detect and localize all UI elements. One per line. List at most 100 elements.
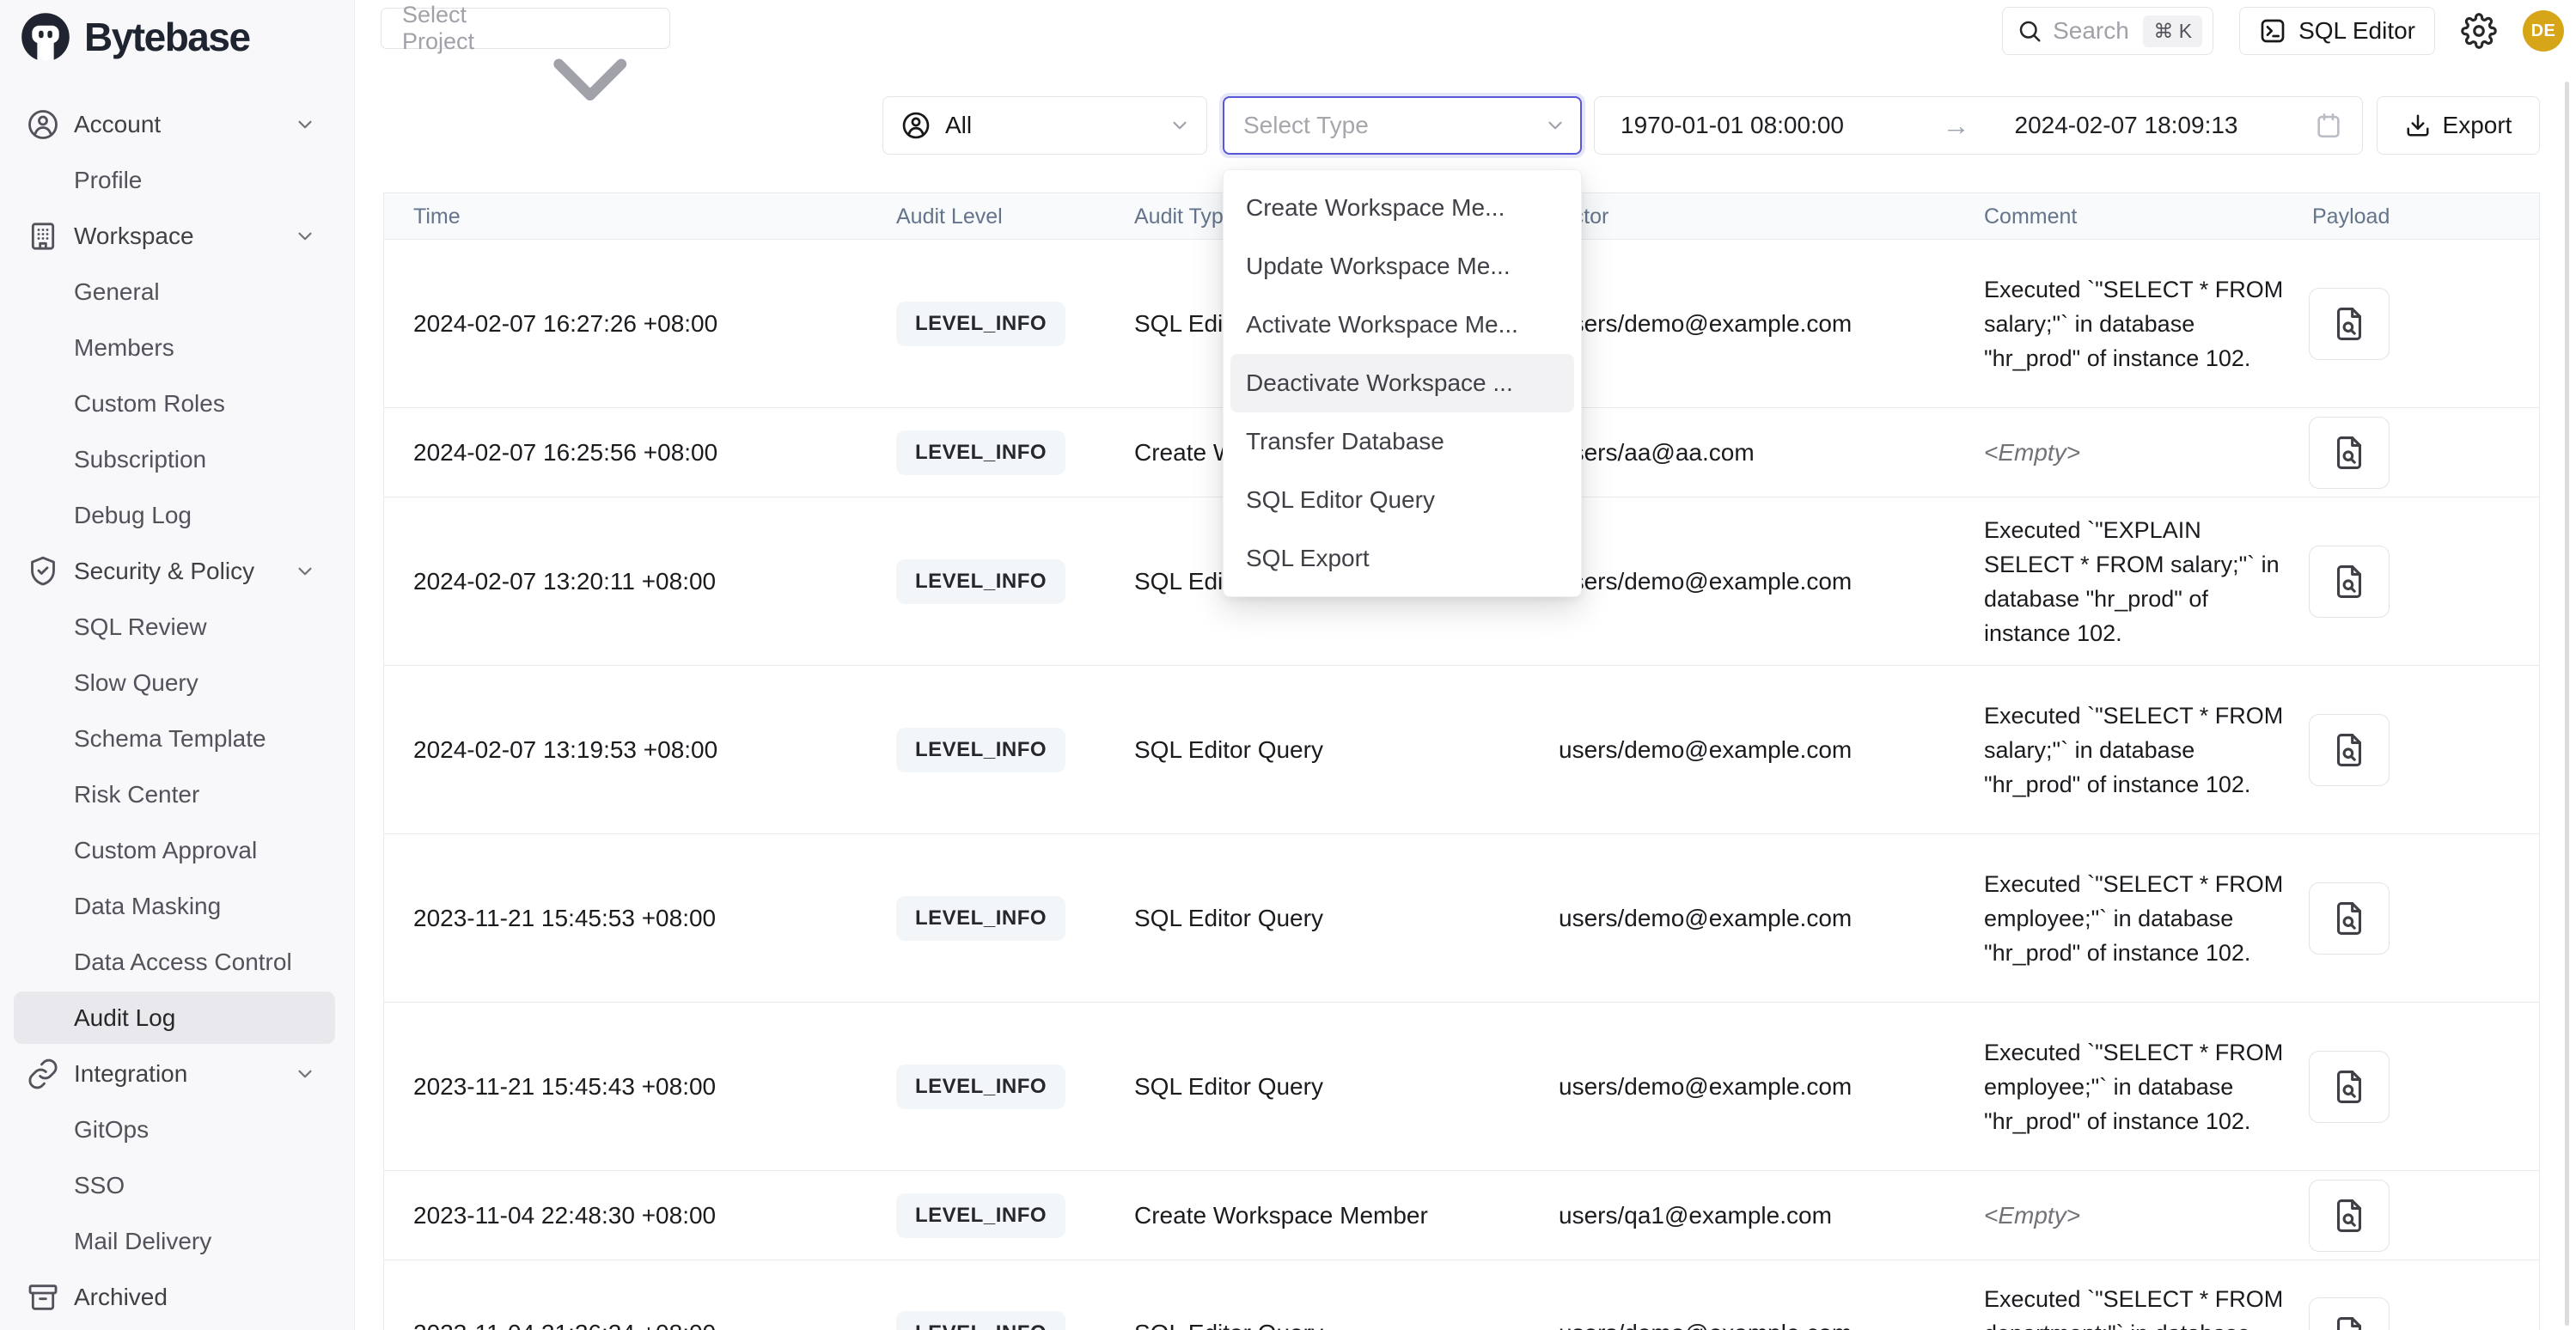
calendar-icon [2314,111,2343,140]
sidebar-item-mail-delivery[interactable]: Mail Delivery [0,1213,354,1269]
audit-type-value: SQL Editor Query [1134,1320,1323,1330]
type-menu-item-activate-workspace-me[interactable]: Activate Workspace Me... [1224,296,1581,354]
sidebar-item-slow-query[interactable]: Slow Query [0,655,354,711]
sidebar-item-archived[interactable]: Archived [0,1269,354,1325]
type-filter-select[interactable]: Select Type [1223,96,1582,155]
sidebar: Bytebase AccountProfileWorkspaceGeneralM… [0,0,355,1330]
cell-comment: <Empty> [1984,1171,2286,1260]
sidebar-item-schema-template[interactable]: Schema Template [0,711,354,766]
cell-audit-level: LEVEL_INFO [896,240,1111,407]
project-select[interactable]: Select Project [381,8,670,49]
sql-editor-button[interactable]: SQL Editor [2239,7,2435,55]
sidebar-item-integration[interactable]: Integration [0,1046,354,1101]
cell-time: 2023-11-04 22:48:30 +08:00 [413,1171,877,1260]
sidebar-item-label: Subscription [74,446,206,473]
date-to-value[interactable]: 2024-02-07 18:09:13 [2015,112,2315,139]
cell-actor: users/demo@example.com [1559,834,1963,1002]
chevron-down-icon [294,560,316,583]
payload-view-button[interactable] [2309,1051,2390,1123]
sidebar-item-label: Custom Approval [74,837,257,864]
date-range-picker[interactable]: 1970-01-01 08:00:00 → 2024-02-07 18:09:1… [1594,96,2363,155]
cell-actor: users/demo@example.com [1559,1003,1963,1170]
sidebar-item-general[interactable]: General [0,264,354,320]
sidebar-item-custom-roles[interactable]: Custom Roles [0,375,354,431]
cell-time: 2024-02-07 16:27:26 +08:00 [413,240,877,407]
sidebar-item-data-access-control[interactable]: Data Access Control [0,934,354,990]
column-header-audit-level: Audit Level [896,193,1003,240]
type-menu-item-create-workspace-me[interactable]: Create Workspace Me... [1224,179,1581,237]
column-header-comment: Comment [1984,193,2077,240]
actor-filter-value: All [945,112,1155,139]
payload-view-button[interactable] [2309,288,2390,360]
table-row: 2023-11-04 22:48:30 +08:00 LEVEL_INFO Crea… [384,1171,2539,1260]
cell-actor: users/demo@example.com [1559,240,1963,407]
time-value: 2024-02-07 13:19:53 +08:00 [413,736,717,764]
sidebar-item-risk-center[interactable]: Risk Center [0,766,354,822]
payload-view-button[interactable] [2309,417,2390,489]
bytebase-logo-icon [21,12,70,62]
chevron-down-icon [294,225,316,247]
cell-audit-type: SQL Editor Query [1134,1003,1538,1170]
page-scrollbar[interactable] [2565,82,2569,1326]
type-menu-item-update-workspace-me[interactable]: Update Workspace Me... [1224,237,1581,296]
type-menu-item-transfer-database[interactable]: Transfer Database [1224,412,1581,471]
comment-value: Executed `"SELECT * FROM department;"` i… [1984,1282,2286,1330]
cell-comment: Executed `"EXPLAIN SELECT * FROM salary;… [1984,497,2286,665]
chevron-down-icon [528,17,653,40]
actor-value: users/demo@example.com [1559,736,1852,764]
payload-view-button[interactable] [2309,1180,2390,1252]
sidebar-item-label: Risk Center [74,781,199,808]
comment-value: Executed `"SELECT * FROM employee;"` in … [1984,867,2286,970]
file-search-icon [2330,563,2368,601]
cell-audit-type: Create Workspace Member [1134,1171,1538,1260]
comment-empty-value: <Empty> [1984,439,2080,467]
payload-view-button[interactable] [2309,714,2390,786]
cell-payload [2309,834,2481,1002]
sidebar-item-custom-approval[interactable]: Custom Approval [0,822,354,878]
type-menu-item-deactivate-workspace[interactable]: Deactivate Workspace ... [1230,354,1574,412]
time-value: 2024-02-07 16:27:26 +08:00 [413,310,717,338]
sidebar-item-data-masking[interactable]: Data Masking [0,878,354,934]
payload-view-button[interactable] [2309,546,2390,618]
sidebar-item-label: Workspace [74,223,194,250]
search-placeholder: Search [2053,17,2133,45]
date-from-value[interactable]: 1970-01-01 08:00:00 [1621,112,1920,139]
cell-comment: Executed `"SELECT * FROM salary;"` in da… [1984,240,2286,407]
sidebar-item-workspace[interactable]: Workspace [0,208,354,264]
sidebar-item-gitops[interactable]: GitOps [0,1101,354,1157]
avatar[interactable]: DE [2523,10,2564,52]
file-search-icon [2330,900,2368,937]
sidebar-item-label: Debug Log [74,502,192,529]
export-button[interactable]: Export [2377,96,2540,155]
cell-payload [2309,1003,2481,1170]
archive-icon [26,1280,60,1315]
sidebar-item-debug-log[interactable]: Debug Log [0,487,354,543]
cell-comment: Executed `"SELECT * FROM employee;"` in … [1984,1003,2286,1170]
cell-comment: <Empty> [1984,408,2286,497]
sidebar-item-profile[interactable]: Profile [0,152,354,208]
cell-time: 2023-11-04 21:26:24 +08:00 [413,1260,877,1330]
actor-filter-select[interactable]: All [882,96,1207,155]
cell-payload [2309,240,2481,407]
time-value: 2023-11-04 21:26:24 +08:00 [413,1320,716,1330]
sidebar-item-sql-review[interactable]: SQL Review [0,599,354,655]
search-input[interactable]: Search ⌘ K [2002,7,2213,55]
level-badge: LEVEL_INFO [896,1193,1065,1238]
payload-view-button[interactable] [2309,882,2390,955]
cell-time: 2023-11-21 15:45:43 +08:00 [413,1003,877,1170]
cell-comment: Executed `"SELECT * FROM salary;"` in da… [1984,666,2286,833]
gear-icon[interactable] [2461,13,2497,49]
cell-payload [2309,408,2481,497]
actor-value: users/qa1@example.com [1559,1202,1832,1229]
cell-payload [2309,1260,2481,1330]
sidebar-item-audit-log[interactable]: Audit Log [0,990,354,1046]
sidebar-item-subscription[interactable]: Subscription [0,431,354,487]
type-menu-item-sql-editor-query[interactable]: SQL Editor Query [1224,471,1581,529]
payload-view-button[interactable] [2309,1297,2390,1330]
sidebar-item-members[interactable]: Members [0,320,354,375]
sidebar-item-sso[interactable]: SSO [0,1157,354,1213]
sql-editor-label: SQL Editor [2298,17,2415,45]
sidebar-item-security-policy[interactable]: Security & Policy [0,543,354,599]
type-menu-item-sql-export[interactable]: SQL Export [1224,529,1581,588]
bytebase-logo[interactable]: Bytebase [21,12,250,62]
